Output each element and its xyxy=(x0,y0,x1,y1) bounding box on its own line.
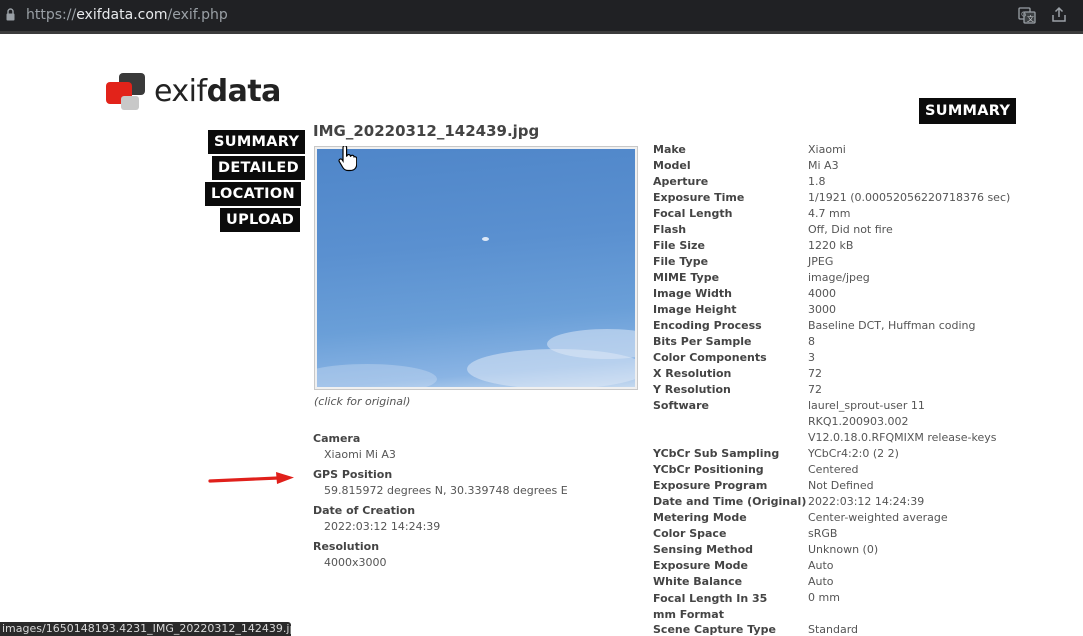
exif-value: 72 xyxy=(808,383,822,396)
exif-key: X Resolution xyxy=(653,367,732,380)
exif-value: 3000 xyxy=(808,303,836,316)
browser-address-bar[interactable]: https://exifdata.com/exif.php G 文 xyxy=(0,0,1083,34)
exif-key: File Type xyxy=(653,255,709,268)
url-text[interactable]: https://exifdata.com/exif.php xyxy=(26,7,228,23)
nav-location[interactable]: LOCATION xyxy=(205,182,301,206)
exif-value: 4.7 mm xyxy=(808,207,851,220)
exif-value: RKQ1.200903.002 xyxy=(808,415,909,428)
exif-key: Encoding Process xyxy=(653,319,762,332)
share-icon[interactable] xyxy=(1050,6,1068,24)
exif-value: YCbCr4:2:0 (2 2) xyxy=(808,447,899,460)
url-host: exifdata.com xyxy=(76,7,168,23)
logo-prefix: exif xyxy=(154,74,207,109)
resolution-label: Resolution xyxy=(313,540,380,553)
exif-key: Exposure Program xyxy=(653,479,768,492)
resolution-value: 4000x3000 xyxy=(324,556,387,569)
nav-detailed[interactable]: DETAILED xyxy=(212,156,305,180)
status-url-tooltip: images/1650148193.4231_IMG_20220312_1424… xyxy=(0,622,291,636)
exif-key: Flash xyxy=(653,223,687,236)
exif-value: Centered xyxy=(808,463,859,476)
exif-value: Xiaomi xyxy=(808,143,846,156)
camera-label: Camera xyxy=(313,432,361,445)
exif-value: Standard xyxy=(808,623,859,636)
gps-label: GPS Position xyxy=(313,468,393,481)
exif-key: Color Space xyxy=(653,527,727,540)
exif-value: Not Defined xyxy=(808,479,874,492)
logo-suffix: data xyxy=(206,74,282,109)
translate-icon[interactable]: G 文 xyxy=(1018,6,1036,24)
url-path: /exif.php xyxy=(167,7,228,23)
exif-key: Image Height xyxy=(653,303,737,316)
exif-value: 72 xyxy=(808,367,822,380)
red-arrow-icon xyxy=(208,472,294,484)
exif-value: image/jpeg xyxy=(808,271,870,284)
exif-value: Baseline DCT, Huffman coding xyxy=(808,319,976,332)
exif-key: Sensing Method xyxy=(653,543,753,556)
nav-summary[interactable]: SUMMARY xyxy=(208,130,306,154)
exif-value: 1/1921 (0.00052056220718376 sec) xyxy=(808,191,1011,204)
date-label: Date of Creation xyxy=(313,504,416,517)
exif-key: Date and Time (Original) xyxy=(653,495,807,508)
exif-key: Model xyxy=(653,159,691,172)
exif-key: YCbCr Sub Sampling xyxy=(653,447,780,460)
exif-key: Aperture xyxy=(653,175,709,188)
svg-text:文: 文 xyxy=(1027,14,1034,23)
gps-value: 59.815972 degrees N, 30.339748 degrees E xyxy=(324,484,568,497)
exif-key: Bits Per Sample xyxy=(653,335,752,348)
exif-value: laurel_sprout-user 11 xyxy=(808,399,925,412)
camera-value: Xiaomi Mi A3 xyxy=(324,448,396,461)
exif-key: YCbCr Positioning xyxy=(653,463,764,476)
exif-key: Image Width xyxy=(653,287,733,300)
exif-value: Center-weighted average xyxy=(808,511,948,524)
exif-key: Exposure Time xyxy=(653,191,745,204)
photo-thumbnail xyxy=(317,149,635,387)
logo-wordmark[interactable]: exifdata xyxy=(154,74,281,109)
exif-key: Software xyxy=(653,399,709,412)
photo-caption[interactable]: (click for original) xyxy=(314,395,410,408)
exif-value: Auto xyxy=(808,559,834,572)
exif-value: Off, Did not fire xyxy=(808,223,893,236)
exif-key: Y Resolution xyxy=(653,383,731,396)
exif-value: sRGB xyxy=(808,527,838,540)
exif-value: 1220 kB xyxy=(808,239,854,252)
exif-value: 0 mm xyxy=(808,591,840,604)
exif-key: White Balance xyxy=(653,575,743,588)
exif-key: File Size xyxy=(653,239,705,252)
exif-value: 1.8 xyxy=(808,175,826,188)
summary-badge: SUMMARY xyxy=(919,98,1017,124)
exif-value: Unknown (0) xyxy=(808,543,879,556)
exif-value: Auto xyxy=(808,575,834,588)
exif-key: Exposure Mode xyxy=(653,559,748,572)
photo-thumbnail-link[interactable] xyxy=(314,146,638,390)
exif-key: Scene Capture Type xyxy=(653,623,776,636)
exif-key: Focal Length xyxy=(653,207,733,220)
exif-value: 2022:03:12 14:24:39 xyxy=(808,495,925,508)
exif-key: Metering Mode xyxy=(653,511,747,524)
exifdata-logo-icon xyxy=(106,73,145,110)
exif-key: Color Components xyxy=(653,351,767,364)
exif-value: V12.0.18.0.RFQMIXM release-keys xyxy=(808,431,997,444)
exif-value: JPEG xyxy=(808,255,834,268)
image-filename: IMG_20220312_142439.jpg xyxy=(313,122,540,140)
nav-upload[interactable]: UPLOAD xyxy=(220,208,301,232)
hand-cursor-icon xyxy=(338,146,357,172)
exif-value: Mi A3 xyxy=(808,159,839,172)
url-prefix: https:// xyxy=(26,7,77,23)
exif-value: 4000 xyxy=(808,287,836,300)
date-value: 2022:03:12 14:24:39 xyxy=(324,520,441,533)
exif-key: MIME Type xyxy=(653,271,720,284)
svg-text:G: G xyxy=(1021,11,1026,19)
exif-value: 3 xyxy=(808,351,815,364)
exif-value: 8 xyxy=(808,335,815,348)
exif-key: Make xyxy=(653,143,686,156)
exif-key: Focal Length In 35 mm Format xyxy=(653,592,768,621)
lock-icon xyxy=(6,8,15,21)
